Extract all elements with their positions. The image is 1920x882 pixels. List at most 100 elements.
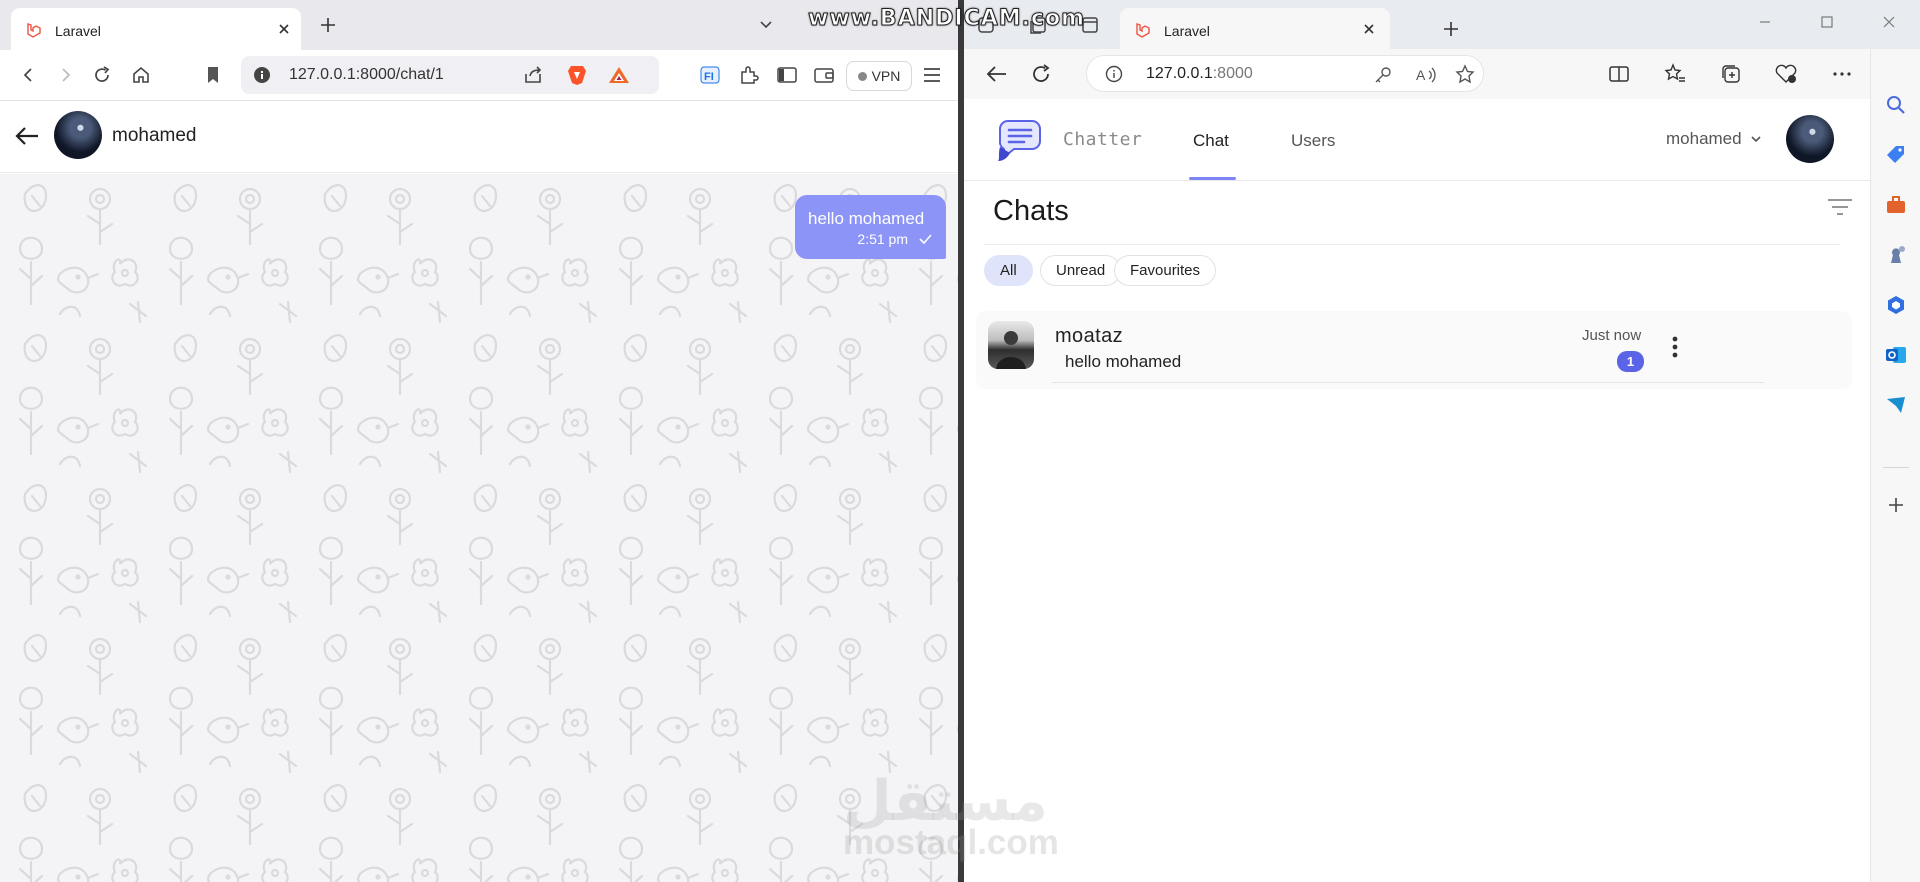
- nav-chat[interactable]: Chat: [1193, 131, 1229, 151]
- back-icon[interactable]: [16, 62, 42, 88]
- avatar: [988, 321, 1034, 369]
- chatter-app: Chatter Chat Users mohamed Chats All Unr…: [964, 99, 1870, 882]
- add-icon[interactable]: [1884, 493, 1908, 517]
- laravel-icon: [25, 21, 43, 39]
- edge-sidebar: [1870, 49, 1920, 882]
- url-text: 127.0.0.1:8000/chat/1: [289, 66, 444, 83]
- laravel-icon: [1134, 21, 1152, 39]
- microsoft-365-icon[interactable]: [1884, 293, 1908, 317]
- vpn-label: VPN: [871, 68, 901, 84]
- svg-text:A: A: [1416, 67, 1426, 83]
- left-toolbar: 127.0.0.1:8000/chat/1 FI VPN: [0, 50, 958, 101]
- active-nav-indicator: [1189, 177, 1236, 180]
- brave-shields-icon[interactable]: [567, 64, 587, 86]
- outlook-icon[interactable]: [1884, 343, 1908, 367]
- read-aloud-icon[interactable]: A: [1415, 65, 1437, 85]
- window-controls: [1734, 0, 1920, 44]
- chevron-down-icon[interactable]: [756, 15, 776, 35]
- site-watermark: mostaql.com: [843, 823, 1059, 862]
- message-meta: 2:51 pm: [808, 231, 932, 247]
- conversation-time: Just now: [1582, 327, 1642, 344]
- collections-icon[interactable]: [1718, 61, 1744, 87]
- sidebar-divider: [1883, 467, 1909, 468]
- user-menu-dropdown[interactable]: mohamed: [1666, 129, 1762, 149]
- extensions-icon[interactable]: [736, 62, 762, 88]
- tab-title: Laravel: [1164, 23, 1210, 39]
- new-tab-icon[interactable]: [1441, 19, 1461, 39]
- shopping-tag-icon[interactable]: [1884, 143, 1908, 167]
- more-icon[interactable]: [1829, 61, 1855, 87]
- page-title: Chats: [993, 195, 1069, 227]
- vpn-status-icon: [857, 71, 867, 81]
- info-icon[interactable]: [253, 66, 271, 84]
- conversation-last-message: hello mohamed: [1065, 352, 1182, 371]
- right-tab[interactable]: Laravel: [1120, 8, 1390, 49]
- close-icon[interactable]: [277, 22, 291, 36]
- svg-text:FI: FI: [704, 71, 714, 83]
- wallet-icon[interactable]: [811, 62, 837, 88]
- star-icon[interactable]: [1455, 64, 1475, 84]
- search-icon[interactable]: [1884, 93, 1908, 117]
- user-menu-name: mohamed: [1666, 129, 1742, 148]
- favorites-icon[interactable]: [1662, 61, 1688, 87]
- filter-all-button[interactable]: All: [984, 255, 1033, 286]
- reload-icon[interactable]: [89, 62, 115, 88]
- recorder-watermark: www.BANDICAM.com: [807, 6, 1086, 32]
- app-navbar: Chatter Chat Users mohamed: [964, 99, 1870, 181]
- new-tab-icon[interactable]: [318, 15, 338, 35]
- more-vertical-icon[interactable]: [1671, 335, 1679, 359]
- info-icon[interactable]: [1105, 65, 1123, 83]
- right-toolbar: 127.0.0.1:8000 A: [964, 49, 1920, 99]
- left-browser-window: Laravel 127.0.0.1:8000/chat/1 FI VPN moh…: [0, 0, 958, 882]
- home-icon[interactable]: [128, 62, 154, 88]
- unread-count-badge: 1: [1617, 351, 1644, 372]
- nav-users[interactable]: Users: [1291, 131, 1335, 151]
- reload-icon[interactable]: [1028, 61, 1054, 87]
- avatar: [54, 111, 102, 159]
- games-icon[interactable]: [1884, 243, 1908, 267]
- filter-favourites-button[interactable]: Favourites: [1114, 255, 1217, 286]
- close-window-icon[interactable]: [1858, 0, 1920, 44]
- conversation-list-item[interactable]: moataz hello mohamed Just now 1: [976, 311, 1852, 389]
- back-icon[interactable]: [984, 61, 1010, 87]
- right-browser-window: Laravel 127.0.0.1:8000 A Chatter Chat Us…: [964, 0, 1920, 882]
- filter-icon[interactable]: [1826, 197, 1854, 217]
- message-area: hello mohamed 2:51 pm: [0, 174, 958, 882]
- forward-icon[interactable]: [52, 62, 78, 88]
- message-text: hello mohamed: [808, 209, 925, 228]
- chat-bubbles-logo-icon[interactable]: [996, 117, 1042, 163]
- right-tab-strip: Laravel: [964, 0, 1920, 49]
- key-icon[interactable]: [1373, 65, 1393, 85]
- avatar[interactable]: [1786, 115, 1834, 163]
- split-screen-icon[interactable]: [1606, 61, 1632, 87]
- maximize-icon[interactable]: [1796, 0, 1858, 44]
- close-icon[interactable]: [1362, 22, 1376, 36]
- extension-fi-icon[interactable]: FI: [697, 62, 723, 88]
- brave-rewards-icon[interactable]: [608, 65, 630, 85]
- vpn-button[interactable]: VPN: [846, 61, 912, 91]
- minimize-icon[interactable]: [1734, 0, 1796, 44]
- left-tab[interactable]: Laravel: [11, 8, 301, 50]
- brand-name[interactable]: Chatter: [1063, 129, 1142, 150]
- share-icon[interactable]: [523, 65, 545, 85]
- divider: [1052, 382, 1764, 383]
- url-host: 127.0.0.1: [1146, 65, 1213, 82]
- tab-title: Laravel: [55, 23, 101, 39]
- url-port: :8000: [1212, 65, 1253, 82]
- check-icon: [918, 233, 932, 245]
- address-bar[interactable]: 127.0.0.1:8000/chat/1: [241, 56, 659, 94]
- sidebar-icon[interactable]: [774, 62, 800, 88]
- arrow-left-icon[interactable]: [14, 124, 40, 148]
- outgoing-message-bubble[interactable]: hello mohamed 2:51 pm: [795, 195, 946, 259]
- bookmark-icon[interactable]: [200, 62, 226, 88]
- filter-unread-button[interactable]: Unread: [1040, 255, 1122, 286]
- address-bar[interactable]: 127.0.0.1:8000 A: [1086, 55, 1484, 92]
- drop-icon[interactable]: [1884, 393, 1908, 417]
- chat-header: mohamed: [0, 101, 958, 173]
- tools-icon[interactable]: [1884, 193, 1908, 217]
- message-time: 2:51 pm: [857, 231, 908, 247]
- doodle-pattern-background: [0, 174, 958, 882]
- chevron-down-icon: [1750, 134, 1762, 144]
- browser-essentials-icon[interactable]: [1773, 61, 1799, 87]
- menu-icon[interactable]: [919, 62, 945, 88]
